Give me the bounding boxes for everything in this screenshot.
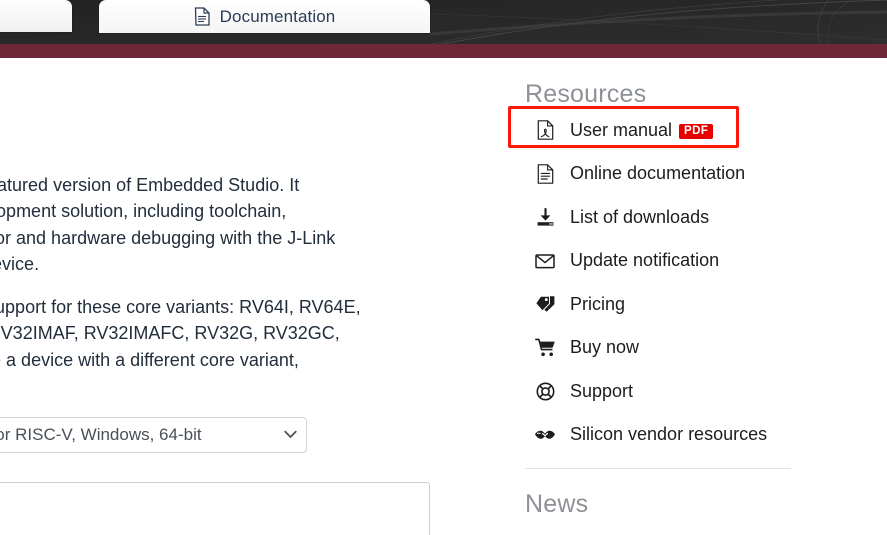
handshake-icon <box>534 428 556 442</box>
download-select-wrapper: tudio for RISC-V, Windows, 64-bit <box>0 417 307 453</box>
paragraph-line: a full-featured version of Embedded Stud… <box>0 175 300 195</box>
browser-tab-documentation[interactable]: Documentation <box>99 0 430 33</box>
paragraph-line: MAC, RV32IMAF, RV32IMAFC, RV32G, RV32GC, <box>0 323 340 344</box>
chevron-down-icon-glyph <box>284 430 297 438</box>
resource-item-silicon-vendor-resources[interactable]: Silicon vendor resources <box>525 423 865 447</box>
paragraph-line: ased device. <box>0 253 40 274</box>
paragraph-line: simulator and hardware debugging with th… <box>0 227 336 248</box>
price-tag-icon <box>534 295 556 313</box>
browser-tab-title: Documentation <box>219 6 336 26</box>
browser-tab-background[interactable] <box>0 0 72 32</box>
lifebuoy-icon <box>534 382 556 401</box>
resources-heading: Resources <box>525 80 647 108</box>
resource-label: Update notification <box>570 250 720 270</box>
article-paragraph-1: a full-featured version of Embedded Stud… <box>0 172 335 277</box>
download-select-value: tudio for RISC-V, Windows, 64-bit <box>0 425 202 444</box>
envelope-icon <box>534 253 556 269</box>
resource-label: Silicon vendor resources <box>570 424 768 444</box>
envelope-icon-glyph <box>535 253 555 268</box>
resource-item-pricing[interactable]: Pricing <box>525 292 865 316</box>
article-paragraph-2: ludes support for these core variants: R… <box>0 294 361 373</box>
resource-label: Pricing <box>570 293 626 314</box>
handshake-icon-glyph <box>535 430 555 439</box>
lifebuoy-icon-glyph <box>536 382 554 400</box>
paragraph-line: e development solution, including toolch… <box>0 201 287 222</box>
document-icon <box>194 7 211 26</box>
resource-item-buy-now[interactable]: Buy now <box>525 336 865 360</box>
resource-label: List of downloads <box>570 206 710 227</box>
resource-label: Buy now <box>570 337 640 357</box>
document-icon <box>534 163 556 184</box>
resource-item-support[interactable]: Support <box>525 379 865 403</box>
shopping-cart-icon <box>534 338 556 357</box>
document-icon-glyph <box>194 7 210 26</box>
resource-label-text: User manual <box>570 119 673 140</box>
price-tag-icon-glyph <box>534 295 554 312</box>
resource-item-list-of-downloads[interactable]: List of downloads <box>525 205 865 229</box>
paragraph-line: ludes support for these core variants: R… <box>0 297 361 317</box>
shopping-cart-icon-glyph <box>534 338 555 357</box>
document-icon-glyph <box>537 163 553 184</box>
download-icon-glyph <box>537 207 553 226</box>
resources-list: User manual PDF Online documentation Lis… <box>508 106 865 466</box>
pdf-badge: PDF <box>679 123 714 139</box>
download-icon <box>534 207 556 227</box>
pdf-file-icon <box>534 120 556 140</box>
download-version-select[interactable]: tudio for RISC-V, Windows, 64-bit <box>0 417 307 453</box>
pdf-file-icon-glyph <box>537 120 553 140</box>
content-panel <box>0 482 430 535</box>
resource-item-update-notification[interactable]: Update notification <box>525 249 865 273</box>
browser-tab-strip: Documentation <box>0 0 887 44</box>
resource-item-online-documentation[interactable]: Online documentation <box>525 162 865 186</box>
browser-window: Documentation a full-featured version of… <box>0 0 887 535</box>
section-divider <box>525 468 791 469</box>
chevron-down-icon <box>284 426 297 444</box>
page-content: a full-featured version of Embedded Stud… <box>0 58 887 535</box>
resource-item-user-manual[interactable]: User manual PDF <box>508 106 865 148</box>
paragraph-line: you use a device with a different core v… <box>0 349 299 370</box>
resource-label: Support <box>570 380 634 401</box>
resource-label: User manual PDF <box>570 119 714 141</box>
news-heading: News <box>525 490 589 518</box>
resource-label: Online documentation <box>570 163 746 183</box>
brand-accent-bar <box>0 44 887 58</box>
